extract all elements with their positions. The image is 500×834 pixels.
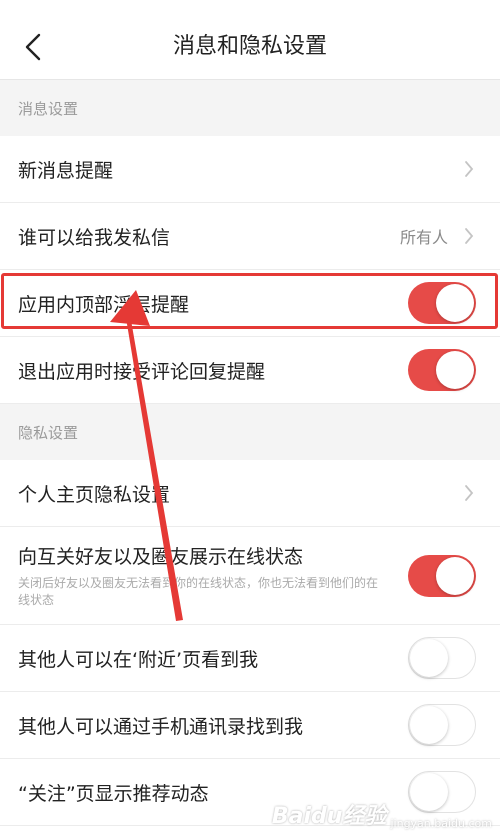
toggle-knob [436, 351, 474, 389]
online-status-label: 向互关好友以及圈友展示在线状态 [18, 546, 304, 568]
nearby-row: 其他人可以在‘附近’页看到我 [0, 625, 500, 692]
chevron-right-icon [462, 483, 476, 503]
page-title: 消息和隐私设置 [172, 34, 327, 59]
watermark-sub: jingyan.baidu.com [390, 817, 492, 830]
in-app-banner-row: 应用内顶部浮层提醒 [0, 270, 500, 337]
contacts-row: 其他人可以通过手机通讯录找到我 [0, 692, 500, 759]
nearby-toggle[interactable] [408, 637, 476, 679]
toggle-knob [410, 706, 448, 744]
new-message-row[interactable]: 新消息提醒 [0, 136, 500, 203]
exit-comment-reply-row: 退出应用时接受评论回复提醒 [0, 337, 500, 404]
in-app-banner-toggle[interactable] [408, 282, 476, 324]
chevron-right-icon [462, 226, 476, 246]
nav-bar: 消息和隐私设置 [0, 14, 500, 80]
online-status-description: 关闭后好友以及圈友无法看到你的在线状态，你也无法看到他们的在线状态 [18, 576, 379, 607]
toggle-knob [410, 639, 448, 677]
who-can-message-row[interactable]: 谁可以给我发私信 所有人 [0, 203, 500, 270]
contacts-toggle[interactable] [408, 704, 476, 746]
exit-comment-reply-toggle[interactable] [408, 349, 476, 391]
toggle-knob [436, 284, 474, 322]
toggle-knob [436, 556, 474, 595]
watermark-text: Baidu经验 [271, 804, 387, 829]
section-header-message: 消息设置 [0, 80, 500, 136]
profile-privacy-label: 个人主页隐私设置 [18, 483, 171, 506]
chevron-right-icon [462, 159, 476, 179]
baidu-watermark: Baidu经验 jingyan.baidu.com [272, 798, 492, 830]
section-header-privacy: 隐私设置 [0, 404, 500, 460]
online-status-row: 向互关好友以及圈友展示在线状态 关闭后好友以及圈友无法看到你的在线状态，你也无法… [0, 527, 500, 625]
online-status-toggle[interactable] [408, 554, 476, 597]
who-can-message-label: 谁可以给我发私信 [18, 226, 171, 249]
who-can-message-value: 所有人 [399, 228, 448, 247]
status-bar [0, 0, 500, 14]
new-message-label: 新消息提醒 [18, 159, 114, 182]
profile-privacy-row[interactable]: 个人主页隐私设置 [0, 460, 500, 527]
